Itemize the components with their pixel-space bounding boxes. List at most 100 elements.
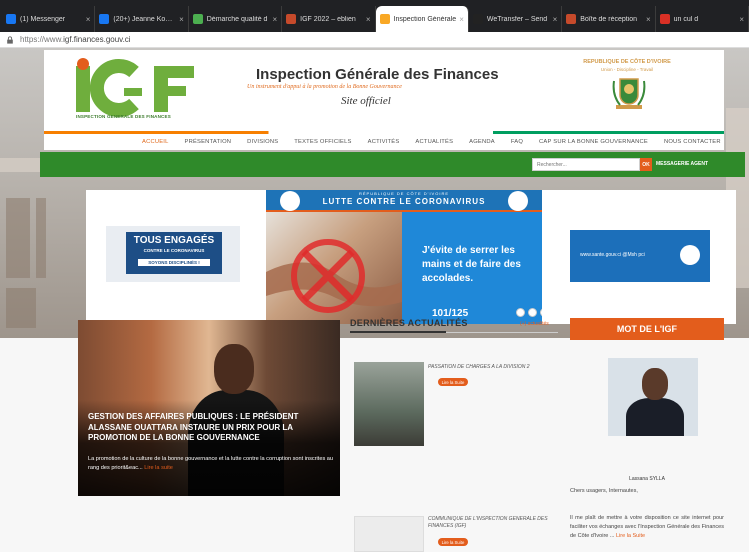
news-item-title[interactable]: COMMUNIQUE DE L'INSPECTION GENERALE DES …	[428, 516, 560, 530]
tab-close-icon[interactable]: ×	[739, 15, 744, 24]
tab-close-icon[interactable]: ×	[366, 15, 371, 24]
tab-favicon-icon	[379, 14, 390, 24]
tab-label: un cul d	[673, 15, 699, 23]
corona-right-crest-icon	[508, 191, 528, 211]
corona-slide[interactable]: RÉPUBLIQUE DE CÔTE D'IVOIRE LUTTE CONTRE…	[266, 190, 542, 324]
tab-favicon-icon	[472, 14, 483, 24]
handshake-image	[266, 212, 402, 324]
banner-slider: TOUS ENGAGÉS CONTRE LE CORONAVIRUS SOYON…	[86, 190, 736, 324]
republic-label: REPUBLIQUE DE CÔTE D'IVOIRE	[583, 59, 671, 65]
tab-label: (1) Messenger	[20, 15, 66, 23]
director-read-more-link[interactable]: Lire la Suite	[616, 533, 645, 539]
site-title: Inspection Générale des Finances	[256, 66, 499, 83]
news-divider-accent	[350, 331, 446, 333]
tab-close-icon[interactable]: ×	[272, 15, 277, 24]
engaged-tag: SOYONS DISCIPLINÉS !	[138, 259, 210, 266]
tab-close-icon[interactable]: ×	[646, 15, 651, 24]
tab-label: (20+) Jeanne Kouass	[113, 15, 177, 23]
menu-item[interactable]: Textes officiels	[286, 139, 359, 145]
corona-message: J'évite de serrer les mains et de faire …	[422, 245, 521, 284]
director-greeting: Chers usagers, Internautes,	[570, 488, 638, 494]
search-bar-strip: OK MESSAGERIE AGENT	[40, 152, 745, 177]
tab-close-icon[interactable]: ×	[553, 15, 558, 24]
url-host: igf.finances.gouv.ci	[63, 35, 131, 44]
browser-tab[interactable]: Démarche qualité d ×	[189, 6, 283, 32]
featured-article[interactable]: GESTION DES AFFAIRES PUBLIQUES : LE PRÉS…	[78, 320, 340, 496]
address-bar[interactable]: https://www. igf.finances.gouv.ci	[0, 32, 749, 48]
browser-tab[interactable]: Inspection Générale ×	[375, 6, 469, 32]
browser-tab[interactable]: (1) Messenger ×	[2, 6, 96, 32]
main-menu: Accueil Présentation Divisions Textes offic…	[44, 134, 724, 150]
news-thumbnail[interactable]	[354, 362, 424, 446]
tab-favicon-icon	[659, 14, 670, 24]
search-button[interactable]: OK	[640, 158, 652, 171]
site-tagline: Un instrument d'appui à la promotion de …	[247, 84, 402, 90]
tab-close-icon[interactable]: ×	[86, 15, 91, 24]
engaged-badge: TOUS ENGAGÉS CONTRE LE CORONAVIRUS SOYON…	[126, 232, 222, 274]
health-logo-icon	[680, 245, 700, 265]
health-site-link: www.sante.gouv.ci @Msh pci	[580, 252, 645, 258]
news-thumbnail[interactable]	[354, 516, 424, 552]
featured-excerpt-text: La promotion de la culture de la bonne g…	[88, 456, 334, 471]
republic-motto: Union - Discipline - Travail	[600, 67, 654, 72]
menu-item[interactable]: Activités	[360, 139, 408, 145]
browser-tab[interactable]: WeTransfer – Send ×	[469, 6, 563, 32]
news-read-more-button[interactable]: Lire la Suite	[438, 538, 468, 546]
tab-favicon-icon	[192, 14, 203, 24]
left-promo-panel: TOUS ENGAGÉS CONTRE LE CORONAVIRUS SOYON…	[106, 226, 240, 282]
menu-item[interactable]: Accueil	[134, 139, 177, 145]
featured-read-more-link[interactable]: Lire la suite	[144, 465, 173, 471]
news-item-title[interactable]: PASSATION DE CHARGES A LA DIVISION 2	[428, 364, 560, 371]
logo-caption: INSPECTION GENERALE DES FINANCES	[76, 114, 171, 119]
news-heading: DERNIÈRES ACTUALITÉS	[350, 318, 468, 328]
corona-left-crest-icon	[280, 191, 300, 211]
corona-title: LUTTE CONTRE LE CORONAVIRUS	[322, 197, 486, 206]
right-promo-panel[interactable]: www.sante.gouv.ci @Msh pci	[570, 230, 710, 282]
menu-item[interactable]: FAQ	[503, 139, 531, 145]
igf-logo[interactable]	[72, 58, 204, 120]
featured-excerpt: La promotion de la culture de la bonne g…	[88, 455, 336, 473]
menu-item[interactable]: Actualités	[407, 139, 461, 145]
igf-word-panel: MOT DE L'IGF Lassana SYLLA Chers usagers…	[570, 318, 724, 552]
director-message-text: Il me plaît de mettre à votre dispositio…	[570, 515, 724, 539]
agent-messaging-link[interactable]: MESSAGERIE AGENT	[656, 161, 708, 167]
browser-tab[interactable]: (20+) Jeanne Kouass ×	[95, 6, 189, 32]
igf-word-heading: MOT DE L'IGF	[570, 318, 724, 340]
menu-item[interactable]: Présentation	[177, 139, 240, 145]
director-name: Lassana SYLLA	[629, 476, 665, 482]
news-read-more-button[interactable]: Lire la Suite	[438, 378, 468, 386]
site-header: INSPECTION GENERALE DES FINANCES Inspect…	[44, 50, 724, 134]
browser-tab[interactable]: Boîte de réception ×	[562, 6, 656, 32]
featured-headline: GESTION DES AFFAIRES PUBLIQUES : LE PRÉS…	[88, 412, 299, 442]
tab-favicon-icon	[286, 14, 297, 24]
browser-tab[interactable]: un cul d ×	[656, 6, 749, 32]
tab-label: Inspection Générale	[393, 15, 457, 23]
menu-item[interactable]: Divisions	[239, 139, 286, 145]
tab-label: WeTransfer – Send	[486, 15, 548, 23]
news-all-link[interactable]: (+) actualités	[520, 321, 549, 327]
browser-tab-bar: (1) Messenger × (20+) Jeanne Kouass × Démarc…	[0, 0, 749, 32]
tab-label: Démarche qualité d	[206, 15, 268, 23]
latest-news: DERNIÈRES ACTUALITÉS (+) actualités PASS…	[348, 316, 560, 552]
menu-item[interactable]: Agenda	[461, 139, 503, 145]
lock-icon	[7, 35, 13, 44]
coat-of-arms-icon	[612, 78, 646, 109]
engaged-title: TOUS ENGAGÉS	[133, 235, 215, 246]
director-photo	[608, 358, 698, 436]
tab-favicon-icon	[99, 14, 110, 24]
search-input[interactable]	[532, 158, 640, 171]
menu-item[interactable]: Cap sur la bonne gouvernance	[531, 139, 656, 145]
engaged-subtitle: CONTRE LE CORONAVIRUS	[143, 248, 205, 253]
tab-close-icon[interactable]: ×	[459, 15, 464, 24]
site-official-label: Site officiel	[341, 95, 391, 107]
tab-favicon-icon	[6, 14, 16, 24]
director-message: Il me plaît de mettre à votre dispositio…	[570, 514, 724, 541]
tab-label: IGF 2022 – eblien	[300, 15, 356, 23]
tab-favicon-icon	[566, 14, 577, 24]
menu-item[interactable]: Nous contacter	[656, 139, 729, 145]
tab-label: Boîte de réception	[580, 15, 638, 23]
director-face	[642, 368, 668, 400]
tab-close-icon[interactable]: ×	[179, 15, 184, 24]
browser-tab[interactable]: IGF 2022 – eblien ×	[282, 6, 376, 32]
president-head	[214, 344, 254, 394]
